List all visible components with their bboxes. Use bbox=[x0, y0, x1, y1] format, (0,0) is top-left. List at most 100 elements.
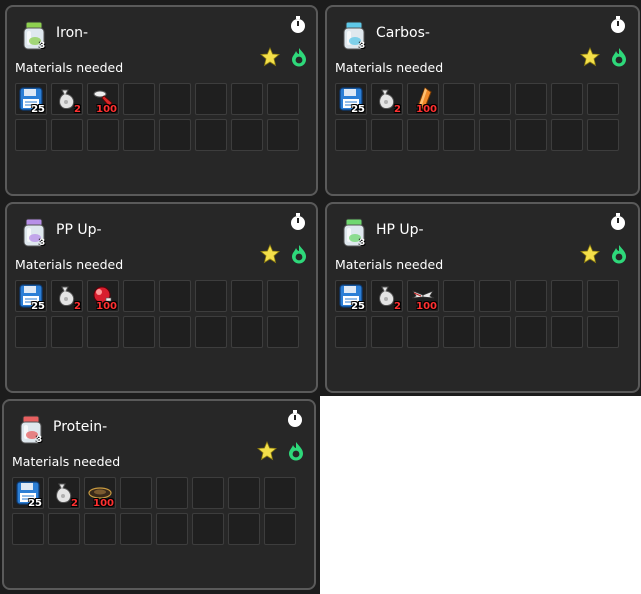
material-slot[interactable] bbox=[515, 316, 547, 348]
recipe-title: Protein- bbox=[53, 419, 108, 435]
material-slot[interactable] bbox=[123, 316, 155, 348]
material-slot[interactable] bbox=[192, 513, 224, 545]
material-quantity: 100 bbox=[416, 301, 437, 312]
material-slot[interactable] bbox=[120, 513, 152, 545]
material-slot[interactable] bbox=[159, 316, 191, 348]
material-slot[interactable] bbox=[267, 280, 299, 312]
material-slot[interactable]: 25 bbox=[12, 477, 44, 509]
flame-icon[interactable] bbox=[609, 47, 629, 67]
material-slot[interactable] bbox=[120, 477, 152, 509]
material-slot[interactable] bbox=[479, 119, 511, 151]
material-slot[interactable] bbox=[443, 83, 475, 115]
star-icon[interactable] bbox=[257, 440, 277, 461]
material-slot[interactable] bbox=[267, 83, 299, 115]
flame-icon[interactable] bbox=[609, 244, 629, 264]
material-slot[interactable]: 2 bbox=[51, 83, 83, 115]
material-slot[interactable]: 100 bbox=[87, 83, 119, 115]
material-slot[interactable] bbox=[231, 119, 263, 151]
material-slot[interactable] bbox=[479, 316, 511, 348]
material-slot[interactable] bbox=[195, 316, 227, 348]
material-slot[interactable] bbox=[195, 280, 227, 312]
material-slot[interactable] bbox=[231, 280, 263, 312]
material-quantity: 25 bbox=[31, 301, 45, 312]
material-slot[interactable] bbox=[407, 119, 439, 151]
material-slot[interactable] bbox=[371, 119, 403, 151]
material-slot[interactable] bbox=[159, 83, 191, 115]
material-slot[interactable] bbox=[87, 119, 119, 151]
material-slot[interactable] bbox=[15, 119, 47, 151]
material-slot[interactable] bbox=[587, 280, 619, 312]
material-slot[interactable] bbox=[51, 119, 83, 151]
material-slot[interactable] bbox=[407, 316, 439, 348]
material-slot[interactable] bbox=[15, 316, 47, 348]
material-slot[interactable] bbox=[87, 316, 119, 348]
material-slot[interactable] bbox=[231, 83, 263, 115]
material-slot[interactable] bbox=[12, 513, 44, 545]
material-slot[interactable]: 25 bbox=[15, 83, 47, 115]
material-slot[interactable] bbox=[159, 280, 191, 312]
material-slot[interactable] bbox=[123, 280, 155, 312]
material-slot[interactable]: 100 bbox=[407, 280, 439, 312]
timer-icon[interactable] bbox=[286, 410, 304, 428]
flame-icon[interactable] bbox=[286, 441, 306, 461]
material-slot[interactable] bbox=[443, 280, 475, 312]
material-slot[interactable] bbox=[479, 280, 511, 312]
star-icon[interactable] bbox=[580, 243, 600, 264]
material-quantity: 2 bbox=[394, 301, 401, 312]
star-icon[interactable] bbox=[260, 243, 280, 264]
material-slot[interactable] bbox=[228, 513, 260, 545]
material-slot[interactable] bbox=[231, 316, 263, 348]
material-slot[interactable] bbox=[551, 280, 583, 312]
materials-grid: 25 2 100 bbox=[335, 83, 619, 151]
material-slot[interactable] bbox=[48, 513, 80, 545]
material-slot[interactable]: 100 bbox=[87, 280, 119, 312]
material-slot[interactable] bbox=[335, 316, 367, 348]
material-slot[interactable]: 25 bbox=[335, 83, 367, 115]
material-slot[interactable]: 25 bbox=[15, 280, 47, 312]
material-slot[interactable]: 100 bbox=[407, 83, 439, 115]
material-slot[interactable] bbox=[587, 316, 619, 348]
material-slot[interactable] bbox=[551, 119, 583, 151]
material-slot[interactable] bbox=[228, 477, 260, 509]
material-slot[interactable] bbox=[195, 83, 227, 115]
material-slot[interactable] bbox=[515, 83, 547, 115]
material-slot[interactable] bbox=[515, 119, 547, 151]
material-slot[interactable] bbox=[479, 83, 511, 115]
material-slot[interactable] bbox=[587, 119, 619, 151]
material-slot[interactable] bbox=[156, 477, 188, 509]
material-slot[interactable] bbox=[515, 280, 547, 312]
timer-icon[interactable] bbox=[609, 213, 627, 231]
material-slot[interactable] bbox=[192, 477, 224, 509]
flame-icon[interactable] bbox=[289, 47, 309, 67]
material-slot[interactable] bbox=[443, 316, 475, 348]
material-slot[interactable] bbox=[123, 119, 155, 151]
star-icon[interactable] bbox=[580, 46, 600, 67]
material-slot[interactable]: 25 bbox=[335, 280, 367, 312]
timer-icon[interactable] bbox=[289, 213, 307, 231]
material-slot[interactable] bbox=[371, 316, 403, 348]
material-slot[interactable] bbox=[156, 513, 188, 545]
material-slot[interactable] bbox=[443, 119, 475, 151]
material-slot[interactable] bbox=[335, 119, 367, 151]
material-slot[interactable] bbox=[159, 119, 191, 151]
material-slot[interactable] bbox=[551, 316, 583, 348]
material-slot[interactable] bbox=[551, 83, 583, 115]
material-slot[interactable]: 100 bbox=[84, 477, 116, 509]
timer-icon[interactable] bbox=[609, 16, 627, 34]
material-slot[interactable] bbox=[264, 513, 296, 545]
material-slot[interactable]: 2 bbox=[48, 477, 80, 509]
material-slot[interactable] bbox=[264, 477, 296, 509]
star-icon[interactable] bbox=[260, 46, 280, 67]
material-slot[interactable] bbox=[267, 316, 299, 348]
material-slot[interactable] bbox=[51, 316, 83, 348]
material-slot[interactable]: 2 bbox=[51, 280, 83, 312]
timer-icon[interactable] bbox=[289, 16, 307, 34]
material-slot[interactable]: 2 bbox=[371, 83, 403, 115]
material-slot[interactable] bbox=[84, 513, 116, 545]
material-slot[interactable] bbox=[195, 119, 227, 151]
material-slot[interactable] bbox=[267, 119, 299, 151]
material-slot[interactable]: 2 bbox=[371, 280, 403, 312]
flame-icon[interactable] bbox=[289, 244, 309, 264]
material-slot[interactable] bbox=[123, 83, 155, 115]
material-slot[interactable] bbox=[587, 83, 619, 115]
